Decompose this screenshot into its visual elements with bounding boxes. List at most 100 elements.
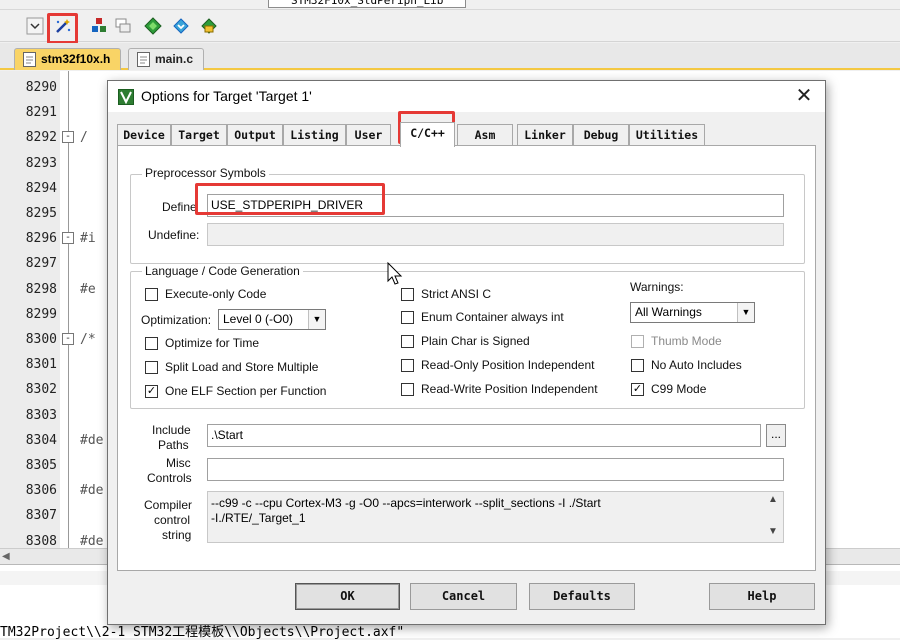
- rw-position-checkbox[interactable]: [401, 383, 414, 396]
- help-button[interactable]: Help: [709, 583, 815, 610]
- tab-output[interactable]: Output: [227, 124, 283, 145]
- execute-only-checkbox[interactable]: [145, 288, 158, 301]
- file-tab-main-c[interactable]: main.c: [128, 48, 205, 70]
- thumb-mode-label: Thumb Mode: [651, 334, 722, 348]
- mouse-cursor-icon: [387, 262, 403, 285]
- line-number: 8294: [25, 180, 57, 196]
- misc-label-line2: Controls: [147, 471, 192, 485]
- warnings-select[interactable]: All Warnings ▼: [630, 302, 755, 323]
- include-paths-input[interactable]: .\Start: [207, 424, 761, 447]
- c99-mode-label: C99 Mode: [651, 382, 707, 396]
- options-for-target-button[interactable]: [52, 15, 74, 37]
- line-number: 8299: [25, 306, 57, 322]
- close-icon[interactable]: ✕: [793, 85, 815, 107]
- toolbar-dropdown-button[interactable]: [24, 15, 46, 37]
- line-number: 8301: [25, 357, 57, 373]
- tab-debug[interactable]: Debug: [573, 124, 629, 145]
- header-file-icon: [23, 52, 36, 67]
- fold-toggle-icon[interactable]: -: [62, 131, 74, 144]
- ro-position-checkbox[interactable]: [401, 359, 414, 372]
- line-number: 8295: [25, 206, 57, 221]
- compiler-label-line1: Compiler: [144, 498, 193, 512]
- dialog-titlebar[interactable]: Options for Target 'Target 1' ✕: [108, 81, 825, 112]
- enum-container-label: Enum Container always int: [421, 310, 564, 324]
- line-number: 8292: [25, 130, 57, 146]
- keil-app-icon: [118, 89, 134, 105]
- stacked-windows-icon: [115, 18, 131, 33]
- file-tab-bar: stm32f10x.h main.c: [0, 43, 900, 70]
- chevron-down-icon: [26, 17, 44, 35]
- line-number: 8291: [25, 105, 57, 121]
- ok-button[interactable]: OK: [295, 583, 400, 610]
- tab-user[interactable]: User: [346, 124, 391, 145]
- build-toolbar: [0, 10, 900, 42]
- rte-package-icon: [201, 18, 217, 34]
- split-load-checkbox[interactable]: [145, 361, 158, 374]
- fold-toggle-icon[interactable]: -: [62, 333, 74, 345]
- plain-char-checkbox[interactable]: [401, 335, 414, 348]
- tab-target[interactable]: Target: [171, 124, 227, 145]
- dialog-title: Options for Target 'Target 1': [141, 88, 312, 104]
- file-tab-label: stm32f10x.h: [41, 52, 111, 66]
- define-label: Define: [162, 200, 197, 214]
- c99-mode-checkbox[interactable]: ✓: [631, 383, 644, 396]
- defaults-button[interactable]: Defaults: [529, 583, 635, 610]
- scroll-down-icon[interactable]: ▼: [765, 526, 781, 537]
- c-cpp-tab-panel: Preprocessor Symbols Define USE_STDPERIP…: [117, 145, 816, 571]
- file-tab-label: main.c: [155, 52, 194, 66]
- line-number: 8303: [25, 407, 57, 423]
- misc-controls-input[interactable]: [207, 458, 784, 481]
- components-icon: [92, 18, 106, 32]
- line-number: 8304: [25, 432, 57, 448]
- compiler-label-line3: string: [162, 528, 192, 542]
- optimization-select[interactable]: Level 0 (-O0) ▼: [218, 309, 326, 330]
- one-elf-label: One ELF Section per Function: [165, 384, 327, 398]
- preprocessor-group: [130, 174, 805, 264]
- line-number: 8300: [25, 332, 57, 347]
- tab-asm[interactable]: Asm: [457, 124, 513, 145]
- target-select[interactable]: STM32F10x_StdPeriph_Lib: [268, 0, 466, 8]
- scroll-left-icon[interactable]: ◀: [2, 551, 10, 562]
- compiler-control-string[interactable]: --c99 -c --cpu Cortex-M3 -g -O0 --apcs=i…: [207, 491, 784, 543]
- include-paths-browse-button[interactable]: ...: [766, 424, 786, 447]
- pack-installer-button[interactable]: [142, 15, 164, 37]
- fold-toggle-icon[interactable]: -: [62, 232, 74, 245]
- define-input[interactable]: USE_STDPERIPH_DRIVER: [207, 194, 784, 217]
- one-elf-checkbox[interactable]: ✓: [145, 385, 158, 398]
- enum-container-checkbox[interactable]: [401, 311, 414, 324]
- undefine-input[interactable]: [207, 223, 784, 246]
- chevron-down-icon[interactable]: ▼: [737, 303, 754, 322]
- split-load-label: Split Load and Store Multiple: [165, 360, 319, 374]
- source-file-icon: [137, 52, 150, 67]
- component-manager-button[interactable]: [88, 15, 110, 37]
- tab-utilities[interactable]: Utilities: [629, 124, 705, 145]
- line-code: /: [80, 130, 88, 146]
- file-extensions-button[interactable]: [112, 15, 134, 37]
- tab-device[interactable]: Device: [117, 124, 171, 145]
- undefine-label: Undefine:: [148, 228, 200, 242]
- warnings-value: All Warnings: [635, 305, 702, 319]
- manage-rte-button[interactable]: [198, 15, 220, 37]
- select-packs-button[interactable]: [170, 15, 192, 37]
- diamond-arrow-icon: [173, 18, 189, 34]
- line-code: #i: [80, 231, 96, 247]
- cancel-button[interactable]: Cancel: [410, 583, 517, 610]
- line-number: 8306: [25, 483, 57, 499]
- optimization-value: Level 0 (-O0): [223, 312, 294, 326]
- scroll-up-icon[interactable]: ▲: [765, 494, 781, 505]
- dialog-tabstrip: Device Target Output Listing User C/C++ …: [117, 122, 817, 147]
- optimize-time-checkbox[interactable]: [145, 337, 158, 350]
- file-tab-stm32f10x-h[interactable]: stm32f10x.h: [14, 48, 122, 70]
- line-number: 8298: [25, 281, 57, 297]
- no-auto-includes-label: No Auto Includes: [651, 358, 742, 372]
- tab-linker[interactable]: Linker: [517, 124, 573, 145]
- rw-position-label: Read-Write Position Independent: [421, 382, 598, 396]
- chevron-down-icon[interactable]: ▼: [308, 310, 325, 329]
- no-auto-includes-checkbox[interactable]: [631, 359, 644, 372]
- tab-c-cpp[interactable]: C/C++: [400, 122, 455, 147]
- line-code: /*: [80, 332, 96, 347]
- strict-ansi-checkbox[interactable]: [401, 288, 414, 301]
- thumb-mode-checkbox[interactable]: [631, 335, 644, 348]
- optimization-label: Optimization:: [141, 313, 212, 327]
- tab-listing[interactable]: Listing: [283, 124, 346, 145]
